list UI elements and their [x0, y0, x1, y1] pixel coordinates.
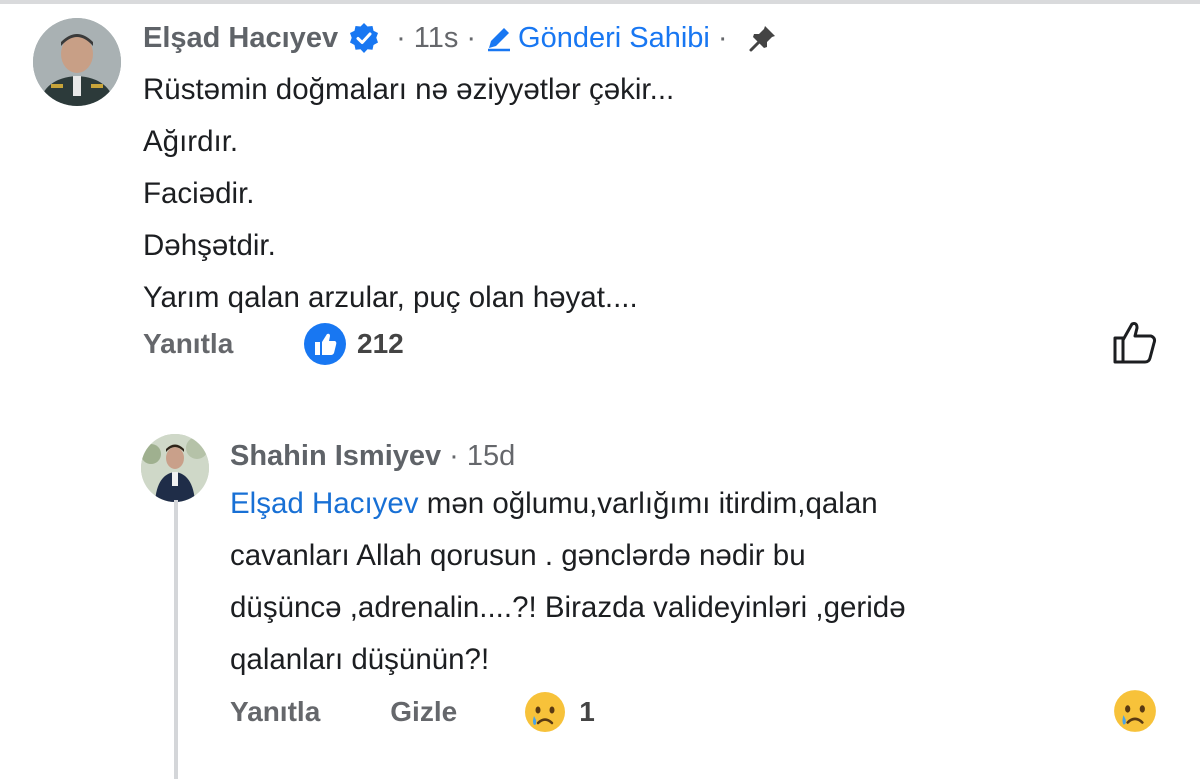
reply-header: Shahin Ismiyev · 15d — [230, 436, 515, 476]
reply-author-name[interactable]: Shahin Ismiyev — [230, 440, 441, 473]
reply-line: cavanları Allah qorusun . gənclərdə nədi… — [230, 539, 806, 572]
comment-header: Elşad Hacıyev · 11s · Gönderi Sahibi · — [143, 18, 778, 58]
reply-actions: Yanıtla Gizle 1 — [230, 688, 595, 736]
sad-face-icon[interactable] — [1112, 688, 1158, 734]
sad-count: 1 — [579, 696, 595, 727]
comment-actions: Yanıtla 212 — [143, 320, 404, 368]
pin-icon — [749, 26, 775, 52]
hide-button[interactable]: Gizle — [390, 696, 457, 728]
comment-line: Ağırdır. — [143, 125, 239, 158]
reply-timestamp[interactable]: 15d — [467, 440, 515, 473]
separator-dot: · — [449, 439, 459, 472]
comment-line: Yarım qalan arzular, puç olan həyat.... — [143, 281, 638, 314]
avatar-photo — [33, 18, 121, 106]
sad-reaction[interactable]: 1 — [523, 690, 595, 734]
thread-line — [174, 525, 178, 779]
like-reaction-icon[interactable] — [303, 322, 347, 366]
sad-face-icon — [525, 692, 566, 732]
pencil-icon — [488, 28, 511, 52]
thumbs-up-outline-icon[interactable] — [1110, 318, 1160, 366]
comment-line: Dəhşətdir. — [143, 229, 276, 262]
reply-body: Elşad Hacıyev mən oğlumu,varlığımı itird… — [230, 478, 1110, 686]
top-divider — [0, 0, 1200, 4]
reply-line: düşüncə ,adrenalin....?! Birazda validey… — [230, 591, 906, 624]
timestamp[interactable]: 11s — [414, 22, 459, 55]
mention-link[interactable]: Elşad Hacıyev — [230, 487, 419, 520]
reply-line: qalanları düşünün?! — [230, 643, 490, 676]
reply-avatar[interactable] — [141, 434, 209, 502]
verified-badge-icon — [350, 23, 379, 53]
reply-button[interactable]: Yanıtla — [143, 328, 303, 360]
post-owner-label: Gönderi Sahibi — [518, 21, 710, 54]
reply-button[interactable]: Yanıtla — [230, 696, 320, 728]
author-name[interactable]: Elşad Hacıyev — [143, 22, 338, 55]
reply-text: mən oğlumu,varlığımı itirdim,qalan — [418, 487, 878, 520]
comment-line: Faciədir. — [143, 177, 255, 210]
separator-dot: · — [466, 21, 477, 54]
thread-connector — [174, 500, 178, 540]
comment-line: Rüstəmin doğmaları nə əziyyətlər çəkir..… — [143, 73, 675, 106]
separator-dot: · — [396, 21, 406, 54]
separator-dot: · — [717, 21, 728, 54]
reply-line: Elşad Hacıyev mən oğlumu,varlığımı itird… — [230, 478, 1110, 530]
avatar-photo — [141, 434, 209, 502]
like-count[interactable]: 212 — [357, 328, 404, 360]
comment-body: Rüstəmin doğmaları nə əziyyətlər çəkir..… — [143, 64, 674, 324]
avatar[interactable] — [33, 18, 121, 106]
